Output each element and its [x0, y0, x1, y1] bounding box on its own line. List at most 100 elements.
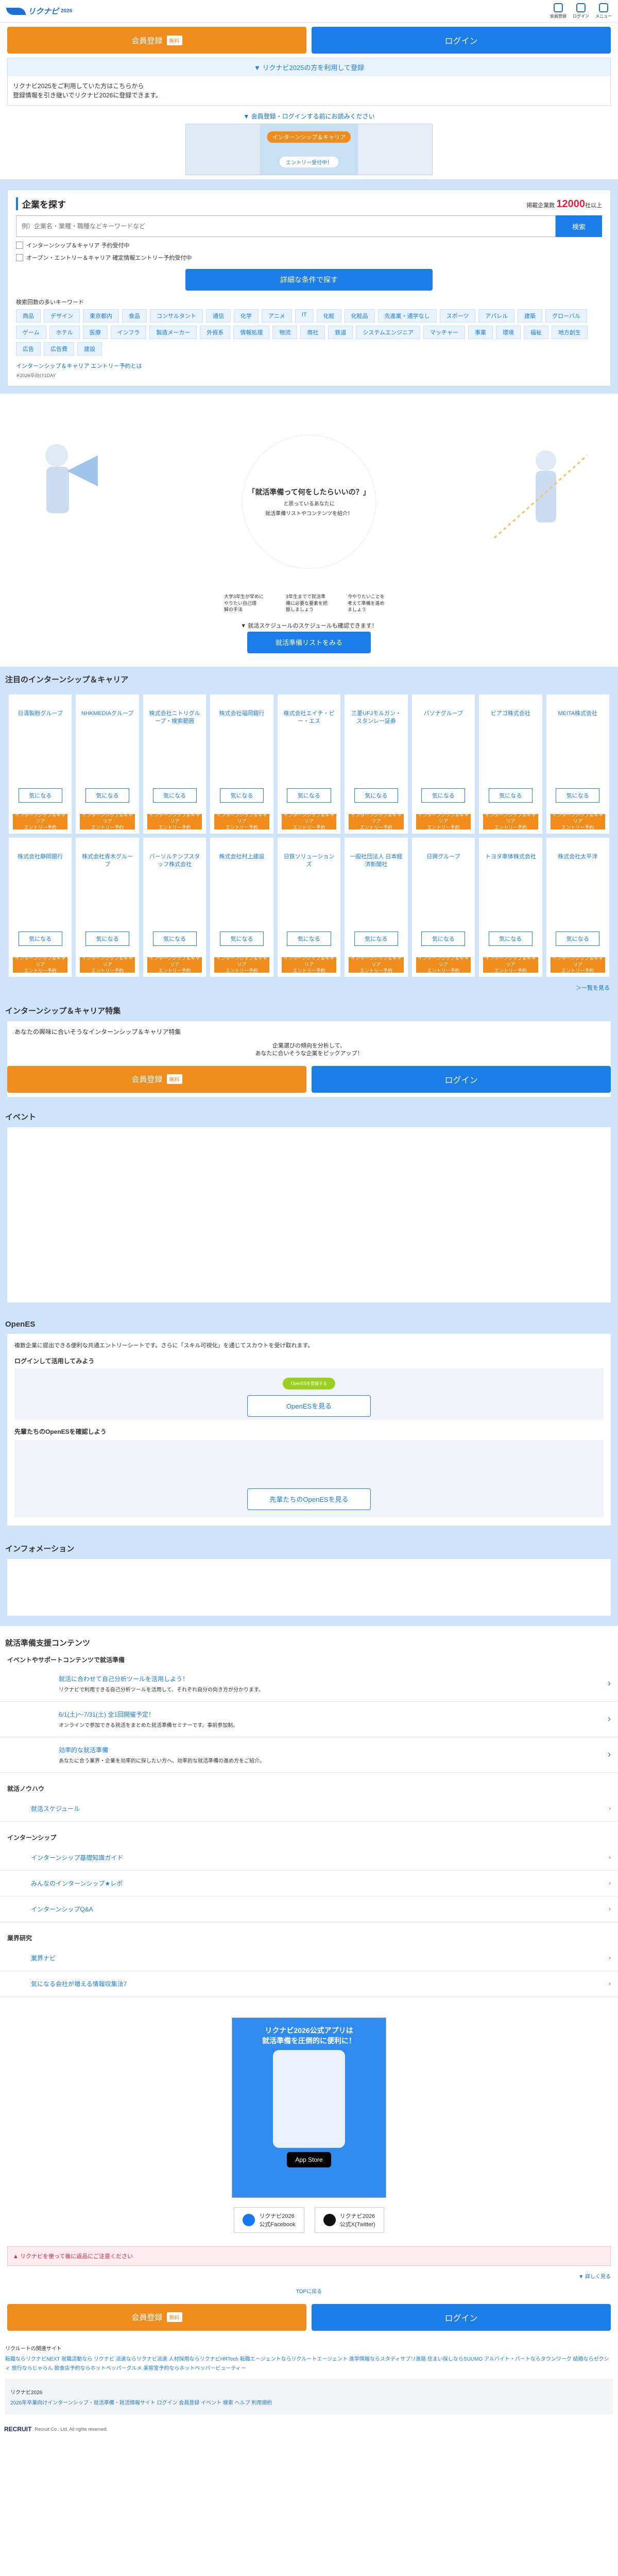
- keyword-chip[interactable]: 食品: [122, 309, 147, 323]
- entry-reserve-button[interactable]: インターンシップ＆キャリア エントリー予約: [13, 812, 68, 830]
- company-card[interactable]: 日清製粉グループ 気になる インターンシップ＆キャリア エントリー予約: [8, 693, 73, 834]
- entry-reserve-button[interactable]: インターンシップ＆キャリア エントリー予約: [550, 956, 605, 973]
- knowhow-item[interactable]: インターンシップ基礎知識ガイド ›: [0, 1845, 618, 1871]
- migration-link[interactable]: ▼ リクナビ2025の方を利用して登録: [8, 58, 610, 76]
- favorite-button[interactable]: 気になる: [18, 931, 62, 946]
- company-card[interactable]: 株式会社福岡銀行 気になる インターンシップ＆キャリア エントリー予約: [210, 693, 274, 834]
- prep-item[interactable]: 6/1(土)～7/31(土) 全1回開催予定！ オンラインで参加できる就活をまとめ…: [0, 1702, 618, 1737]
- banner-button[interactable]: エントリー受付中！: [280, 157, 338, 167]
- knowhow-item[interactable]: 就活スケジュール ›: [0, 1796, 618, 1822]
- search-input[interactable]: [16, 215, 556, 237]
- entry-info-link[interactable]: インターンシップ＆キャリア エントリー予約とは: [16, 362, 602, 370]
- entry-reserve-button[interactable]: インターンシップ＆キャリア エントリー予約: [13, 956, 68, 973]
- promo-banner[interactable]: インターンシップ＆キャリア エントリー受付中！: [185, 124, 433, 175]
- company-name[interactable]: 一般社団法人 日本経済新聞社: [349, 853, 403, 894]
- company-name[interactable]: 株式会社青木グループ: [80, 853, 134, 894]
- company-card[interactable]: 日興グループ 気になる インターンシップ＆キャリア エントリー予約: [411, 837, 476, 977]
- company-card[interactable]: 株式会社エイチ・ピー・エス 気になる インターンシップ＆キャリア エントリー予約: [277, 693, 341, 834]
- header-menu-button[interactable]: メニュー: [595, 3, 612, 19]
- company-name[interactable]: ビアゴ株式会社: [491, 710, 530, 751]
- company-name[interactable]: MEITA株式会社: [558, 710, 597, 751]
- header-login-button[interactable]: ログイン: [573, 3, 589, 19]
- checkbox-icon[interactable]: [16, 254, 23, 261]
- keyword-chip[interactable]: 情報処理: [233, 326, 270, 339]
- keyword-chip[interactable]: IT: [295, 309, 314, 323]
- favorite-button[interactable]: 気になる: [556, 931, 600, 946]
- company-card[interactable]: パソナグループ 気になる インターンシップ＆キャリア エントリー予約: [411, 693, 476, 834]
- keyword-chip[interactable]: コンサルタント: [150, 309, 203, 323]
- alert-banner[interactable]: ▲ リクナビを使って後に返品にご注意ください: [7, 2246, 611, 2266]
- keyword-chip[interactable]: 化粧: [316, 309, 341, 323]
- keyword-chip[interactable]: ホテル: [49, 326, 80, 339]
- company-name[interactable]: 三菱UFJモルガン・スタンレー証券: [349, 710, 403, 751]
- keyword-chip[interactable]: 地方創生: [551, 326, 588, 339]
- footer-site-links[interactable]: 2026年卒業向けインターンシップ・就活準備・就活情報サイト ログイン 会員登録…: [10, 2399, 608, 2408]
- keyword-chip[interactable]: 建設: [77, 342, 102, 355]
- keyword-chip[interactable]: 外資系: [200, 326, 231, 339]
- company-name[interactable]: 株式会社エイチ・ピー・エス: [282, 710, 336, 751]
- favorite-button[interactable]: 気になる: [287, 788, 331, 803]
- favorite-button[interactable]: 気になる: [85, 931, 130, 946]
- keyword-chip[interactable]: 物流: [272, 326, 298, 339]
- favorite-button[interactable]: 気になる: [287, 931, 331, 946]
- company-name[interactable]: 株式会社福岡銀行: [219, 710, 265, 751]
- favorite-button[interactable]: 気になる: [219, 788, 264, 803]
- company-name[interactable]: 日興グループ: [426, 853, 460, 894]
- register-button[interactable]: 会員登録 無料: [7, 27, 306, 54]
- entry-reserve-button[interactable]: インターンシップ＆キャリア エントリー予約: [349, 956, 404, 973]
- details-link[interactable]: ▼ 詳しく見る: [0, 2270, 618, 2282]
- company-name[interactable]: 株式会社ニトリグループ・検索範囲: [147, 710, 202, 751]
- keyword-chip[interactable]: インフラ: [110, 326, 147, 339]
- feature-login-button[interactable]: ログイン: [312, 1065, 611, 1093]
- company-card[interactable]: 株式会社村上建設気になるインターンシップ＆キャリア エントリー予約: [210, 837, 274, 977]
- read-before-link[interactable]: ▼ 会員登録・ログインする前にお読みください: [0, 106, 618, 124]
- keyword-chip[interactable]: 広告費: [44, 342, 74, 355]
- favorite-button[interactable]: 気になる: [421, 931, 466, 946]
- company-card[interactable]: 日鉄ソリューションズ 気になる インターンシップ＆キャリア エントリー予約: [277, 837, 341, 977]
- read-before-text[interactable]: ▼ 会員登録・ログインする前にお読みください: [243, 113, 374, 120]
- company-card[interactable]: NHKMEDIAグループ 気になる インターンシップ＆キャリア エントリー予約: [75, 693, 140, 834]
- entry-reserve-button[interactable]: インターンシップ＆キャリア エントリー予約: [80, 812, 135, 830]
- keyword-chip[interactable]: 化粧品: [344, 309, 375, 323]
- knowhow-item[interactable]: 業界ナビ ›: [0, 1945, 618, 1971]
- entry-reserve-button[interactable]: インターンシップ＆キャリア エントリー予約: [80, 956, 135, 973]
- entry-reserve-button[interactable]: インターンシップ＆キャリア エントリー予約: [483, 956, 538, 973]
- footer-related-links[interactable]: 転職ならリクナビNEXT 就職活動なら リクナビ 派遣ならリクナビ派遣 人材採用…: [5, 2355, 613, 2374]
- notable-more-link[interactable]: ＞一覧を見る: [0, 982, 618, 998]
- app-banner[interactable]: リクナビ2026公式アプリは 就活準備を圧倒的に便利に！ App Store: [232, 2017, 386, 2198]
- keyword-chip[interactable]: マッチャー: [423, 326, 465, 339]
- favorite-button[interactable]: 気になる: [354, 931, 398, 946]
- feature-register-button[interactable]: 会員登録 無料: [7, 1065, 306, 1093]
- company-card[interactable]: MEITA株式会社 気になる インターンシップ＆キャリア エントリー予約: [545, 693, 610, 834]
- entry-reserve-button[interactable]: インターンシップ＆キャリア エントリー予約: [214, 956, 269, 973]
- keyword-chip[interactable]: アパレル: [478, 309, 515, 323]
- company-card[interactable]: 一般社団法人 日本経済新聞社気になるインターンシップ＆キャリア エントリー予約: [344, 837, 408, 977]
- facebook-link[interactable]: リクナビ2026 公式Facebook: [234, 2207, 304, 2233]
- keyword-chip[interactable]: ゲーム: [16, 326, 46, 339]
- keyword-chip[interactable]: 商社: [300, 326, 325, 339]
- openes-senior-button[interactable]: 先輩たちのOpenESを見る: [247, 1488, 371, 1510]
- company-card[interactable]: 株式会社ニトリグループ・検索範囲 気になる インターンシップ＆キャリア エントリー予…: [142, 693, 207, 834]
- company-name[interactable]: 株式会社村上建設: [219, 853, 265, 894]
- company-card[interactable]: 三菱UFJモルガン・スタンレー証券 気になる インターンシップ＆キャリア エントリー…: [344, 693, 408, 834]
- favorite-button[interactable]: 気になる: [488, 788, 533, 803]
- company-name[interactable]: 株式会社太平洋: [558, 853, 597, 894]
- search-button[interactable]: 検索: [556, 215, 602, 237]
- keyword-chip[interactable]: 広告: [16, 342, 41, 355]
- detail-search-button[interactable]: 詳細な条件で探す: [185, 269, 433, 291]
- entry-info-text[interactable]: インターンシップ＆キャリア エントリー予約とは: [16, 363, 142, 369]
- app-store-button[interactable]: App Store: [287, 2151, 331, 2167]
- openes-view-button[interactable]: OpenESを見る: [247, 1395, 371, 1417]
- entry-reserve-button[interactable]: インターンシップ＆キャリア エントリー予約: [416, 812, 471, 830]
- favorite-button[interactable]: 気になる: [18, 788, 62, 803]
- keyword-chip[interactable]: 福祉: [523, 326, 548, 339]
- notable-more-text[interactable]: ＞一覧を見る: [576, 985, 610, 991]
- favorite-button[interactable]: 気になる: [219, 931, 264, 946]
- check-open-entry[interactable]: オープン・エントリー＆キャリア 確定情報エントリー予約受付中: [16, 253, 602, 262]
- keyword-chip[interactable]: 環境: [495, 326, 521, 339]
- company-name[interactable]: NHKMEDIAグループ: [81, 710, 133, 751]
- login-button[interactable]: ログイン: [312, 27, 611, 54]
- keyword-chip[interactable]: 化学: [234, 309, 259, 323]
- entry-reserve-button[interactable]: インターンシップ＆キャリア エントリー予約: [281, 956, 337, 973]
- company-name[interactable]: パソナグループ: [424, 710, 463, 751]
